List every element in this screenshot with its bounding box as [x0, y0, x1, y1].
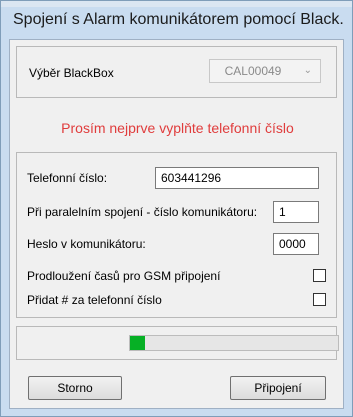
status-message: Prosím nejprve vyplňte telefonní číslo	[61, 120, 294, 136]
append-hash-label: Přidat # za telefonní číslo	[27, 293, 162, 307]
append-hash-checkbox[interactable]	[313, 293, 326, 306]
communicator-number-label: Při paralelním spojení - číslo komunikát…	[27, 205, 258, 219]
blackbox-group: Výběr BlackBox CAL00049 ⌄	[16, 46, 337, 98]
connect-button[interactable]: Připojení	[230, 376, 326, 400]
blackbox-label: Výběr BlackBox	[29, 66, 114, 80]
progress-bar	[129, 335, 339, 351]
dialog-client-area: Výběr BlackBox CAL00049 ⌄ Prosím nejprve…	[9, 39, 344, 409]
chevron-down-icon: ⌄	[303, 65, 312, 76]
gsm-extension-checkbox[interactable]	[313, 269, 326, 282]
blackbox-select[interactable]: CAL00049 ⌄	[209, 59, 321, 83]
phone-number-input[interactable]: 603441296	[155, 167, 319, 189]
password-label: Heslo v komunikátoru:	[27, 237, 146, 251]
gsm-extension-label: Prodloužení časů pro GSM připojení	[27, 269, 221, 283]
phone-settings-group: Telefonní číslo: 603441296 Při paralelní…	[16, 152, 337, 318]
communicator-number-input[interactable]: 1	[273, 201, 319, 223]
progress-bar-fill	[130, 336, 145, 350]
progress-group	[16, 326, 339, 360]
password-input[interactable]: 0000	[273, 233, 319, 255]
cancel-button[interactable]: Storno	[28, 376, 122, 400]
window-title: Spojení s Alarm komunikátorem pomocí Bla…	[13, 11, 345, 28]
title-bar[interactable]: Spojení s Alarm komunikátorem pomocí Bla…	[1, 7, 352, 39]
phone-number-label: Telefonní číslo:	[27, 171, 108, 185]
blackbox-selected-value: CAL00049	[224, 64, 282, 78]
dialog-window: Spojení s Alarm komunikátorem pomocí Bla…	[0, 0, 353, 417]
